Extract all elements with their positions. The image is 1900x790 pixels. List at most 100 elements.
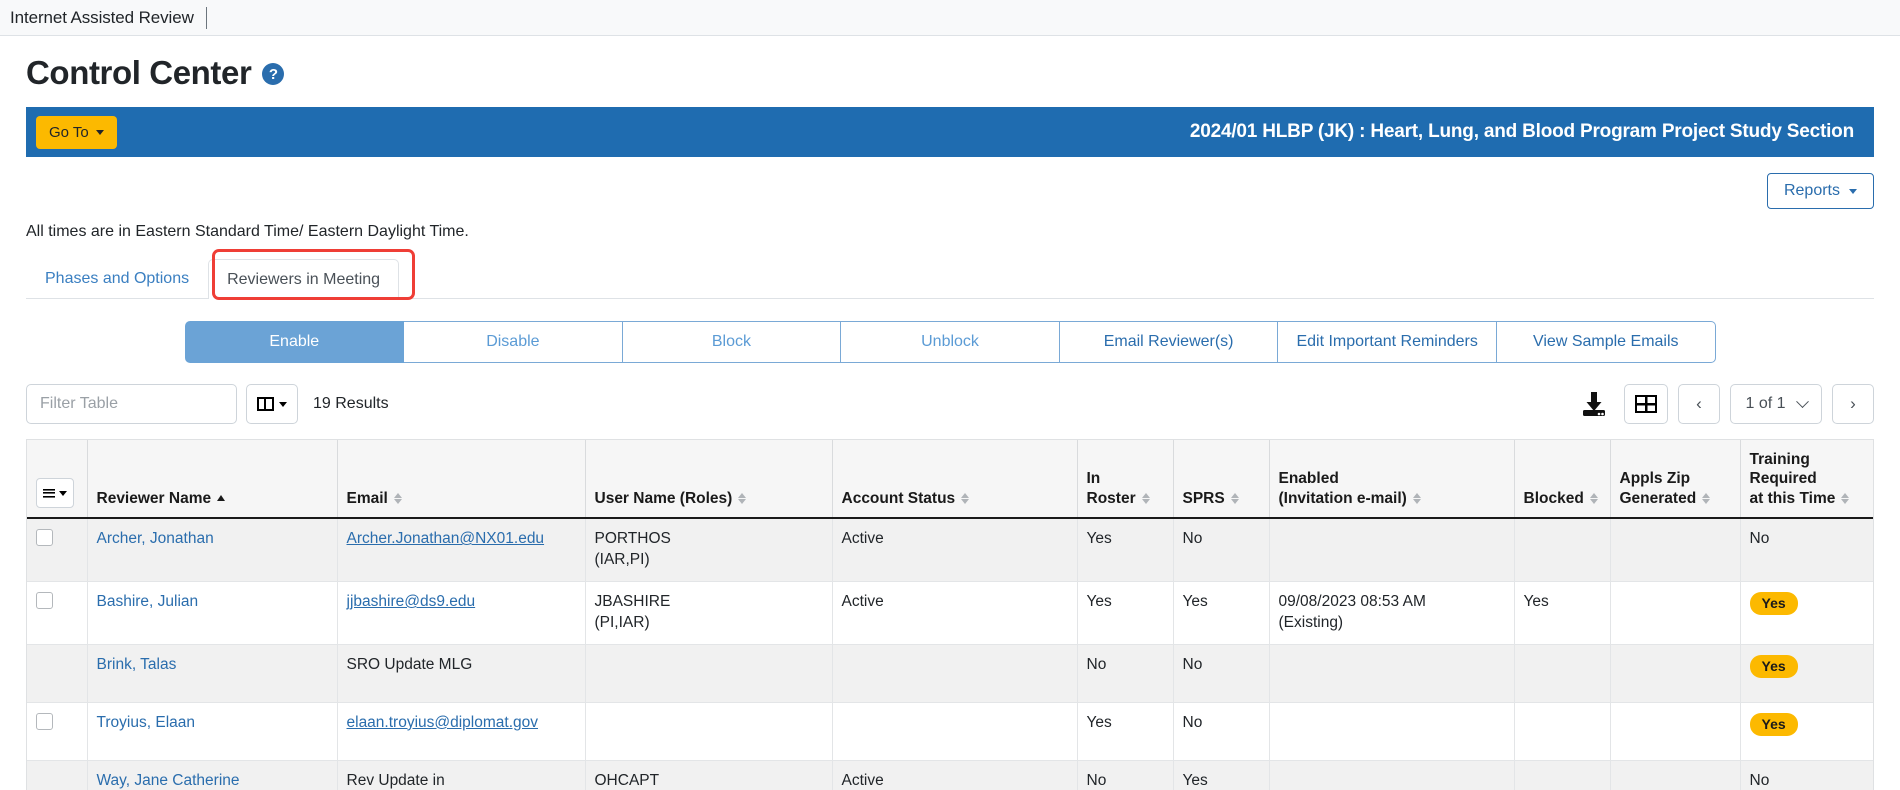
reviewers-table: Reviewer Name Email User Name (Roles) Ac…: [27, 440, 1873, 790]
reports-label: Reports: [1783, 182, 1840, 199]
column-header-in-roster[interactable]: In Roster: [1077, 440, 1174, 520]
caret-down-icon: [279, 401, 287, 407]
enable-button[interactable]: Enable: [184, 321, 405, 363]
cell-appls-zip-generated: [1610, 760, 1741, 790]
training-required-text: No: [1749, 530, 1770, 548]
row-select-cell: [27, 760, 88, 790]
row-checkbox[interactable]: [36, 529, 53, 547]
cell-sprs: Yes: [1173, 581, 1270, 645]
chevron-down-icon: [1795, 394, 1809, 408]
column-header-email[interactable]: Email: [337, 440, 586, 520]
cell-in-roster: Yes: [1077, 518, 1174, 582]
tab-phases-and-options[interactable]: Phases and Options: [26, 258, 208, 298]
block-button[interactable]: Block: [622, 321, 842, 363]
header-divider: [205, 6, 207, 29]
column-header-reviewer-name[interactable]: Reviewer Name: [87, 440, 338, 520]
cell-account-status: Active: [832, 760, 1078, 790]
row-menu-icon: [43, 488, 55, 498]
download-button[interactable]: [1574, 391, 1614, 417]
column-header-user-name-roles[interactable]: User Name (Roles): [585, 440, 833, 520]
column-label-line1: Appls Zip: [1619, 470, 1691, 488]
filter-table-input[interactable]: [26, 384, 237, 424]
cell-in-roster: No: [1077, 644, 1174, 703]
cell-training-required: Yes: [1740, 702, 1873, 761]
cell-reviewer-name: Way, Jane Catherine: [87, 760, 338, 790]
app-header: Internet Assisted Review: [0, 0, 1900, 36]
cell-sprs: Yes: [1173, 760, 1270, 790]
email-link[interactable]: elaan.troyius@diplomat.gov: [347, 714, 539, 731]
grid-view-button[interactable]: [1624, 384, 1668, 424]
column-label-line2: Generated: [1619, 489, 1697, 507]
next-page-button[interactable]: ›: [1832, 384, 1874, 424]
prev-page-button[interactable]: ‹: [1678, 384, 1720, 424]
page-content: Control Center ? Go To 2024/01 HLBP (JK)…: [0, 56, 1900, 790]
go-to-button[interactable]: Go To: [36, 115, 117, 149]
column-label-line2: at this Time: [1749, 489, 1836, 507]
column-header-account-status[interactable]: Account Status: [832, 440, 1078, 520]
cell-appls-zip-generated: [1610, 518, 1741, 582]
sort-icon: [1412, 492, 1422, 505]
column-header-training-required[interactable]: Training Required at this Time: [1740, 440, 1873, 520]
column-header-appls-zip-generated[interactable]: Appls Zip Generated: [1610, 440, 1741, 520]
toolbar-right-group: ‹ 1 of 1 ›: [1574, 384, 1874, 424]
meeting-title: 2024/01 HLBP (JK) : Heart, Lung, and Blo…: [1189, 121, 1854, 142]
cell-in-roster: Yes: [1077, 581, 1174, 645]
column-chooser-button[interactable]: [246, 384, 298, 424]
row-checkbox[interactable]: [36, 591, 53, 609]
caret-down-icon: [1849, 188, 1857, 194]
user-name-text: JBASHIRE: [594, 592, 671, 610]
user-name-text: PORTHOS: [594, 530, 671, 548]
sort-icon: [1141, 492, 1151, 505]
reviewer-name-link[interactable]: Way, Jane Catherine: [97, 772, 240, 789]
cell-email: elaan.troyius@diplomat.gov: [337, 702, 586, 761]
cell-email: Archer.Jonathan@NX01.edu: [337, 518, 586, 582]
page-title: Control Center: [26, 54, 252, 91]
action-button-group: Enable Disable Block Unblock Email Revie…: [184, 321, 1716, 363]
app-title: Internet Assisted Review: [10, 7, 194, 27]
email-reviewers-button[interactable]: Email Reviewer(s): [1059, 321, 1279, 363]
table-toolbar: 19 Results ‹ 1 of 1 ›: [26, 383, 1874, 425]
training-required-text: No: [1749, 771, 1770, 789]
unblock-button[interactable]: Unblock: [841, 321, 1060, 363]
view-sample-emails-button[interactable]: View Sample Emails: [1496, 321, 1716, 363]
column-header-enabled-invitation-email[interactable]: Enabled (Invitation e-mail): [1269, 440, 1515, 520]
column-header-blocked[interactable]: Blocked: [1514, 440, 1611, 520]
cell-email: Rev Update inCommons: [337, 760, 586, 790]
training-required-badge: Yes: [1749, 591, 1798, 616]
caret-down-icon: [95, 129, 104, 135]
column-label-line1: Training Required: [1749, 451, 1817, 488]
row-checkbox[interactable]: [36, 712, 53, 730]
column-label: Account Status: [841, 489, 956, 507]
enabled-note: (Existing): [1278, 613, 1344, 631]
disable-button[interactable]: Disable: [404, 321, 623, 363]
cell-training-required: Yes: [1740, 644, 1873, 703]
tab-reviewers-in-meeting[interactable]: Reviewers in Meeting: [208, 258, 400, 299]
edit-important-reminders-button[interactable]: Edit Important Reminders: [1278, 321, 1497, 363]
column-label: Email: [346, 489, 388, 507]
page-selector[interactable]: 1 of 1: [1730, 384, 1822, 424]
reviewer-name-link[interactable]: Archer, Jonathan: [97, 530, 214, 547]
email-link[interactable]: jjbashire@ds9.edu: [347, 593, 476, 610]
reports-button[interactable]: Reports: [1766, 173, 1874, 209]
cell-sprs: No: [1173, 518, 1270, 582]
results-count: 19 Results: [313, 395, 389, 412]
reviewer-name-link[interactable]: Brink, Talas: [97, 656, 177, 673]
row-select-cell: [27, 581, 88, 645]
row-select-cell: [27, 644, 88, 703]
column-header-sprs[interactable]: SPRS: [1173, 440, 1270, 520]
help-circle-icon[interactable]: ?: [262, 63, 285, 85]
reviewer-name-link[interactable]: Bashire, Julian: [97, 593, 199, 610]
email-link[interactable]: Archer.Jonathan@NX01.edu: [347, 530, 545, 547]
table-row: Way, Jane CatherineRev Update inCommonsO…: [27, 760, 1873, 790]
cell-enabled-invitation-email: [1269, 518, 1515, 582]
row-select-cell: [27, 702, 88, 761]
column-label: SPRS: [1182, 489, 1225, 507]
enabled-datetime: 09/08/2023 08:53 AM: [1278, 592, 1426, 610]
page-indicator-label: 1 of 1: [1745, 395, 1786, 412]
cell-in-roster: No: [1077, 760, 1174, 790]
action-button-row: Enable Disable Block Unblock Email Revie…: [26, 321, 1874, 363]
cell-reviewer-name: Brink, Talas: [87, 644, 338, 703]
cell-blocked: [1514, 760, 1611, 790]
row-menu-button[interactable]: [36, 478, 74, 509]
reviewer-name-link[interactable]: Troyius, Elaan: [97, 714, 196, 731]
